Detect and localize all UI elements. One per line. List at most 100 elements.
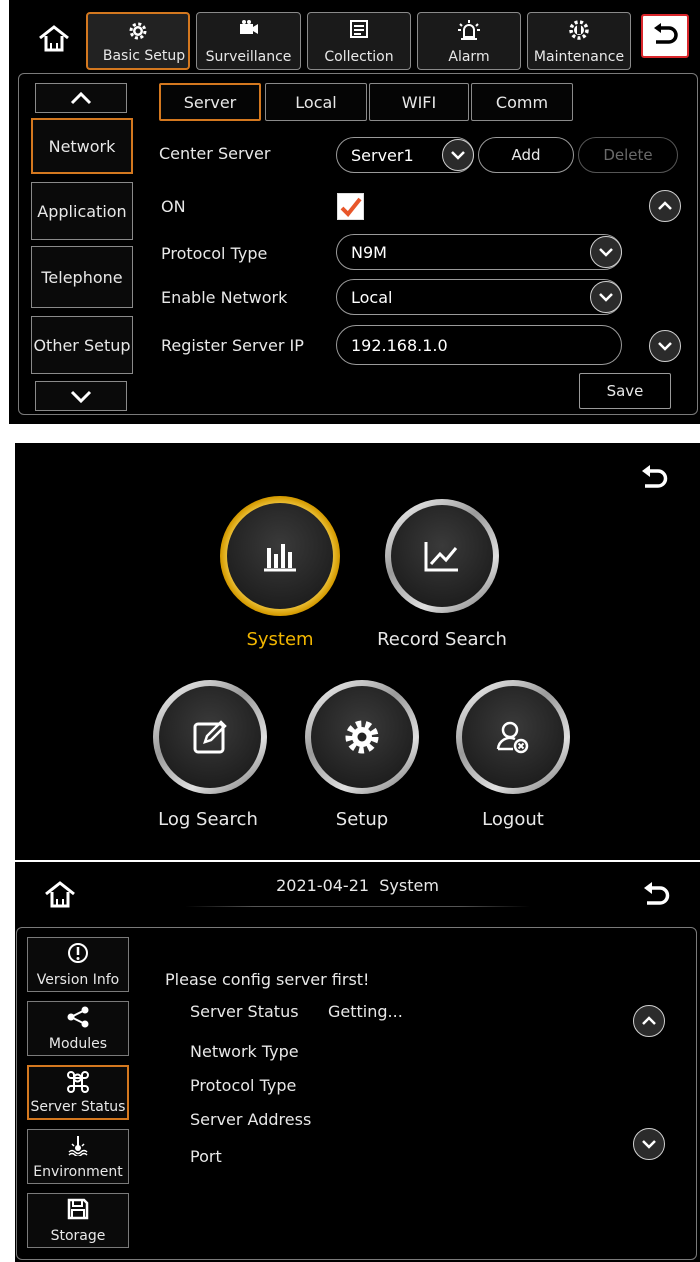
tab-label: Alarm — [448, 49, 490, 65]
tab-collection[interactable]: Collection — [307, 12, 411, 70]
sidebar-item-label: Server Status — [30, 1099, 126, 1115]
port-label: Port — [190, 1147, 222, 1166]
sidebar-item-label: Network — [48, 136, 116, 156]
sidebar-item-label: Application — [37, 201, 127, 221]
sidebar-item-label: Telephone — [41, 267, 123, 287]
command-icon — [67, 1071, 89, 1093]
sidebar-item-modules[interactable]: Modules — [27, 1001, 129, 1056]
sidebar-item-network[interactable]: Network — [31, 118, 133, 174]
info-icon — [67, 942, 89, 964]
chevron-down-icon — [657, 341, 673, 351]
register-server-ip-input[interactable]: 192.168.1.0 — [336, 325, 622, 365]
add-button[interactable]: Add — [478, 137, 574, 173]
menu-label-record-search: Record Search — [377, 629, 507, 650]
server-address-label: Server Address — [190, 1110, 312, 1129]
scroll-down-button[interactable] — [633, 1128, 665, 1160]
enable-network-label: Enable Network — [161, 288, 288, 307]
protocol-type-label: Protocol Type — [161, 244, 268, 263]
tab-comm[interactable]: Comm — [471, 83, 573, 121]
sidebar-item-label: Modules — [48, 1036, 108, 1052]
bar-chart-icon — [260, 538, 300, 574]
return-icon[interactable] — [641, 882, 671, 910]
sidebar-item-storage[interactable]: Storage — [27, 1193, 129, 1248]
tab-label: Collection — [324, 49, 394, 65]
chevron-down-icon — [598, 292, 614, 302]
sidebar-scroll-down-button[interactable] — [35, 381, 127, 411]
sidebar-item-label: Environment — [33, 1164, 123, 1180]
menu-item-system[interactable] — [220, 496, 340, 616]
center-server-dropdown-button[interactable] — [442, 139, 474, 171]
on-checkbox[interactable] — [337, 193, 364, 220]
tab-label: Local — [295, 92, 337, 112]
sidebar-item-label: Other Setup — [33, 335, 131, 355]
sidebar-scroll-up-button[interactable] — [35, 83, 127, 113]
menu-label-log-search: Log Search — [158, 809, 258, 830]
menu-label-logout: Logout — [482, 809, 544, 830]
gear-icon — [127, 20, 149, 42]
header-title: System — [379, 876, 439, 895]
menu-item-log-search[interactable] — [153, 680, 267, 794]
return-icon[interactable] — [639, 465, 669, 493]
maintenance-gear-icon — [567, 19, 591, 41]
chevron-down-icon — [598, 247, 614, 257]
tab-label: Server — [183, 92, 237, 112]
center-server-label: Center Server — [159, 144, 271, 163]
tab-basic-setup[interactable]: Basic Setup — [86, 12, 190, 70]
sidebar-item-other-setup[interactable]: Other Setup — [31, 316, 133, 374]
header-divider — [185, 906, 530, 907]
protocol-type-select[interactable]: N9M — [336, 234, 622, 270]
protocol-type-label: Protocol Type — [190, 1076, 297, 1095]
enable-network-dropdown-button[interactable] — [590, 281, 622, 313]
save-label: Save — [606, 382, 644, 400]
register-server-ip-label: Register Server IP — [161, 336, 304, 355]
enable-network-select[interactable]: Local — [336, 279, 622, 315]
center-server-value: Server1 — [351, 145, 414, 165]
return-icon — [651, 23, 679, 49]
menu-item-record-search[interactable] — [385, 499, 499, 613]
on-label: ON — [161, 197, 186, 216]
main-menu-panel: System Record Search Log Search Setup Lo… — [15, 443, 700, 860]
save-button[interactable]: Save — [579, 373, 671, 409]
delete-button[interactable]: Delete — [578, 137, 678, 173]
scroll-down-button[interactable] — [649, 330, 681, 362]
environment-icon — [66, 1134, 90, 1156]
protocol-type-dropdown-button[interactable] — [590, 236, 622, 268]
tab-local[interactable]: Local — [265, 83, 367, 121]
enable-network-value: Local — [351, 287, 393, 307]
register-server-ip-value: 192.168.1.0 — [351, 335, 448, 355]
tab-maintenance[interactable]: Maintenance — [527, 12, 631, 70]
sidebar-item-label: Storage — [50, 1228, 106, 1244]
chevron-up-icon — [657, 201, 673, 211]
tab-alarm[interactable]: Alarm — [417, 12, 521, 70]
system-server-status-panel: 2021-04-21 System Version Info Modules S… — [15, 862, 700, 1262]
return-button[interactable] — [641, 14, 689, 58]
scroll-up-button[interactable] — [633, 1005, 665, 1037]
chevron-down-icon — [450, 150, 466, 160]
tab-label: Surveillance — [205, 49, 292, 65]
sidebar-item-environment[interactable]: Environment — [27, 1129, 129, 1184]
page-title: 2021-04-21 System — [15, 876, 700, 895]
chevron-up-icon — [70, 91, 92, 105]
tab-server[interactable]: Server — [159, 83, 261, 121]
sidebar-item-server-status[interactable]: Server Status — [27, 1065, 129, 1120]
config-message: Please config server first! — [165, 970, 370, 989]
sidebar-item-version-info[interactable]: Version Info — [27, 937, 129, 992]
tab-label: Maintenance — [533, 49, 625, 65]
sidebar-item-application[interactable]: Application — [31, 182, 133, 240]
scroll-up-button[interactable] — [649, 190, 681, 222]
sidebar-item-telephone[interactable]: Telephone — [31, 246, 133, 308]
home-icon[interactable] — [37, 24, 71, 54]
tab-wifi[interactable]: WIFI — [369, 83, 469, 121]
menu-item-setup[interactable] — [305, 680, 419, 794]
tab-surveillance[interactable]: Surveillance — [196, 12, 301, 70]
document-icon — [349, 19, 369, 39]
delete-label: Delete — [603, 146, 653, 164]
tab-label: Comm — [495, 92, 549, 112]
menu-item-logout[interactable] — [456, 680, 570, 794]
alarm-light-icon — [457, 19, 481, 41]
menu-label-setup: Setup — [335, 809, 389, 830]
add-label: Add — [511, 146, 541, 164]
sidebar-item-label: Version Info — [36, 972, 120, 988]
chevron-down-icon — [641, 1139, 657, 1149]
camera-icon — [238, 19, 260, 37]
